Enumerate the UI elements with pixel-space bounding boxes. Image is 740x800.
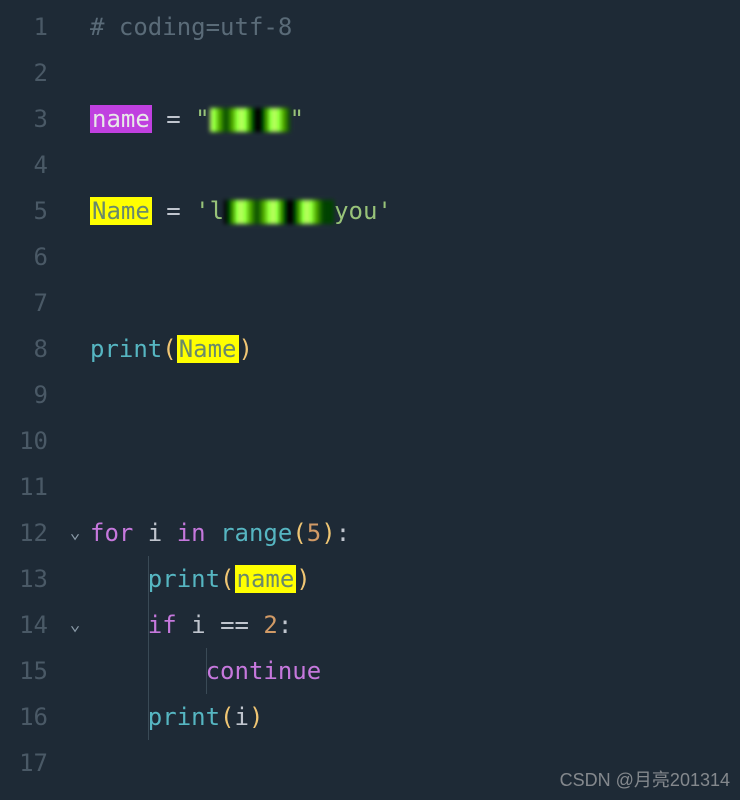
code-line-13[interactable]: print(name) [90,556,740,602]
line-number: 2 [0,50,48,96]
code-line-3[interactable]: name = "" [90,96,740,142]
variable-name-highlighted: name [90,105,152,133]
code-content[interactable]: # coding=utf-8 name = "" Name = 'lyou' p… [90,0,740,800]
code-editor[interactable]: 1 2 3 4 5 6 7 8 9 10 11 12 13 14 15 16 1… [0,0,740,800]
line-number: 8 [0,326,48,372]
line-number: 10 [0,418,48,464]
line-number: 17 [0,740,48,786]
print-call: print [148,703,220,731]
line-number: 13 [0,556,48,602]
code-line-8[interactable]: print(Name) [90,326,740,372]
code-line-10[interactable] [90,418,740,464]
comment: # coding=utf-8 [90,13,292,41]
fold-icon[interactable]: ⌄ [60,602,90,648]
watermark: CSDN @月亮201314 [560,766,730,792]
variable-name-highlighted: name [235,565,297,593]
print-call: print [148,565,220,593]
code-line-12[interactable]: for i in range(5): [90,510,740,556]
line-number: 1 [0,4,48,50]
code-line-9[interactable] [90,372,740,418]
obscured-text [224,200,334,224]
line-number: 11 [0,464,48,510]
line-number: 14 [0,602,48,648]
code-line-2[interactable] [90,50,740,96]
line-number: 5 [0,188,48,234]
code-line-15[interactable]: continue [90,648,740,694]
if-keyword: if [148,611,177,639]
code-line-16[interactable]: print(i) [90,694,740,740]
variable-name-highlighted: Name [90,197,152,225]
line-number-gutter: 1 2 3 4 5 6 7 8 9 10 11 12 13 14 15 16 1… [0,0,60,800]
code-line-7[interactable] [90,280,740,326]
line-number: 16 [0,694,48,740]
code-line-4[interactable] [90,142,740,188]
line-number: 15 [0,648,48,694]
line-number: 7 [0,280,48,326]
variable-name-highlighted: Name [177,335,239,363]
line-number: 9 [0,372,48,418]
continue-keyword: continue [206,657,322,685]
fold-gutter: ⌄ ⌄ [60,0,90,800]
line-number: 3 [0,96,48,142]
code-line-5[interactable]: Name = 'lyou' [90,188,740,234]
code-line-6[interactable] [90,234,740,280]
for-keyword: for [90,519,133,547]
print-call: print [90,335,162,363]
code-line-14[interactable]: if i == 2: [90,602,740,648]
code-line-1[interactable]: # coding=utf-8 [90,4,740,50]
line-number: 6 [0,234,48,280]
fold-icon[interactable]: ⌄ [60,510,90,556]
obscured-text [210,108,290,132]
line-number: 12 [0,510,48,556]
code-line-11[interactable] [90,464,740,510]
line-number: 4 [0,142,48,188]
